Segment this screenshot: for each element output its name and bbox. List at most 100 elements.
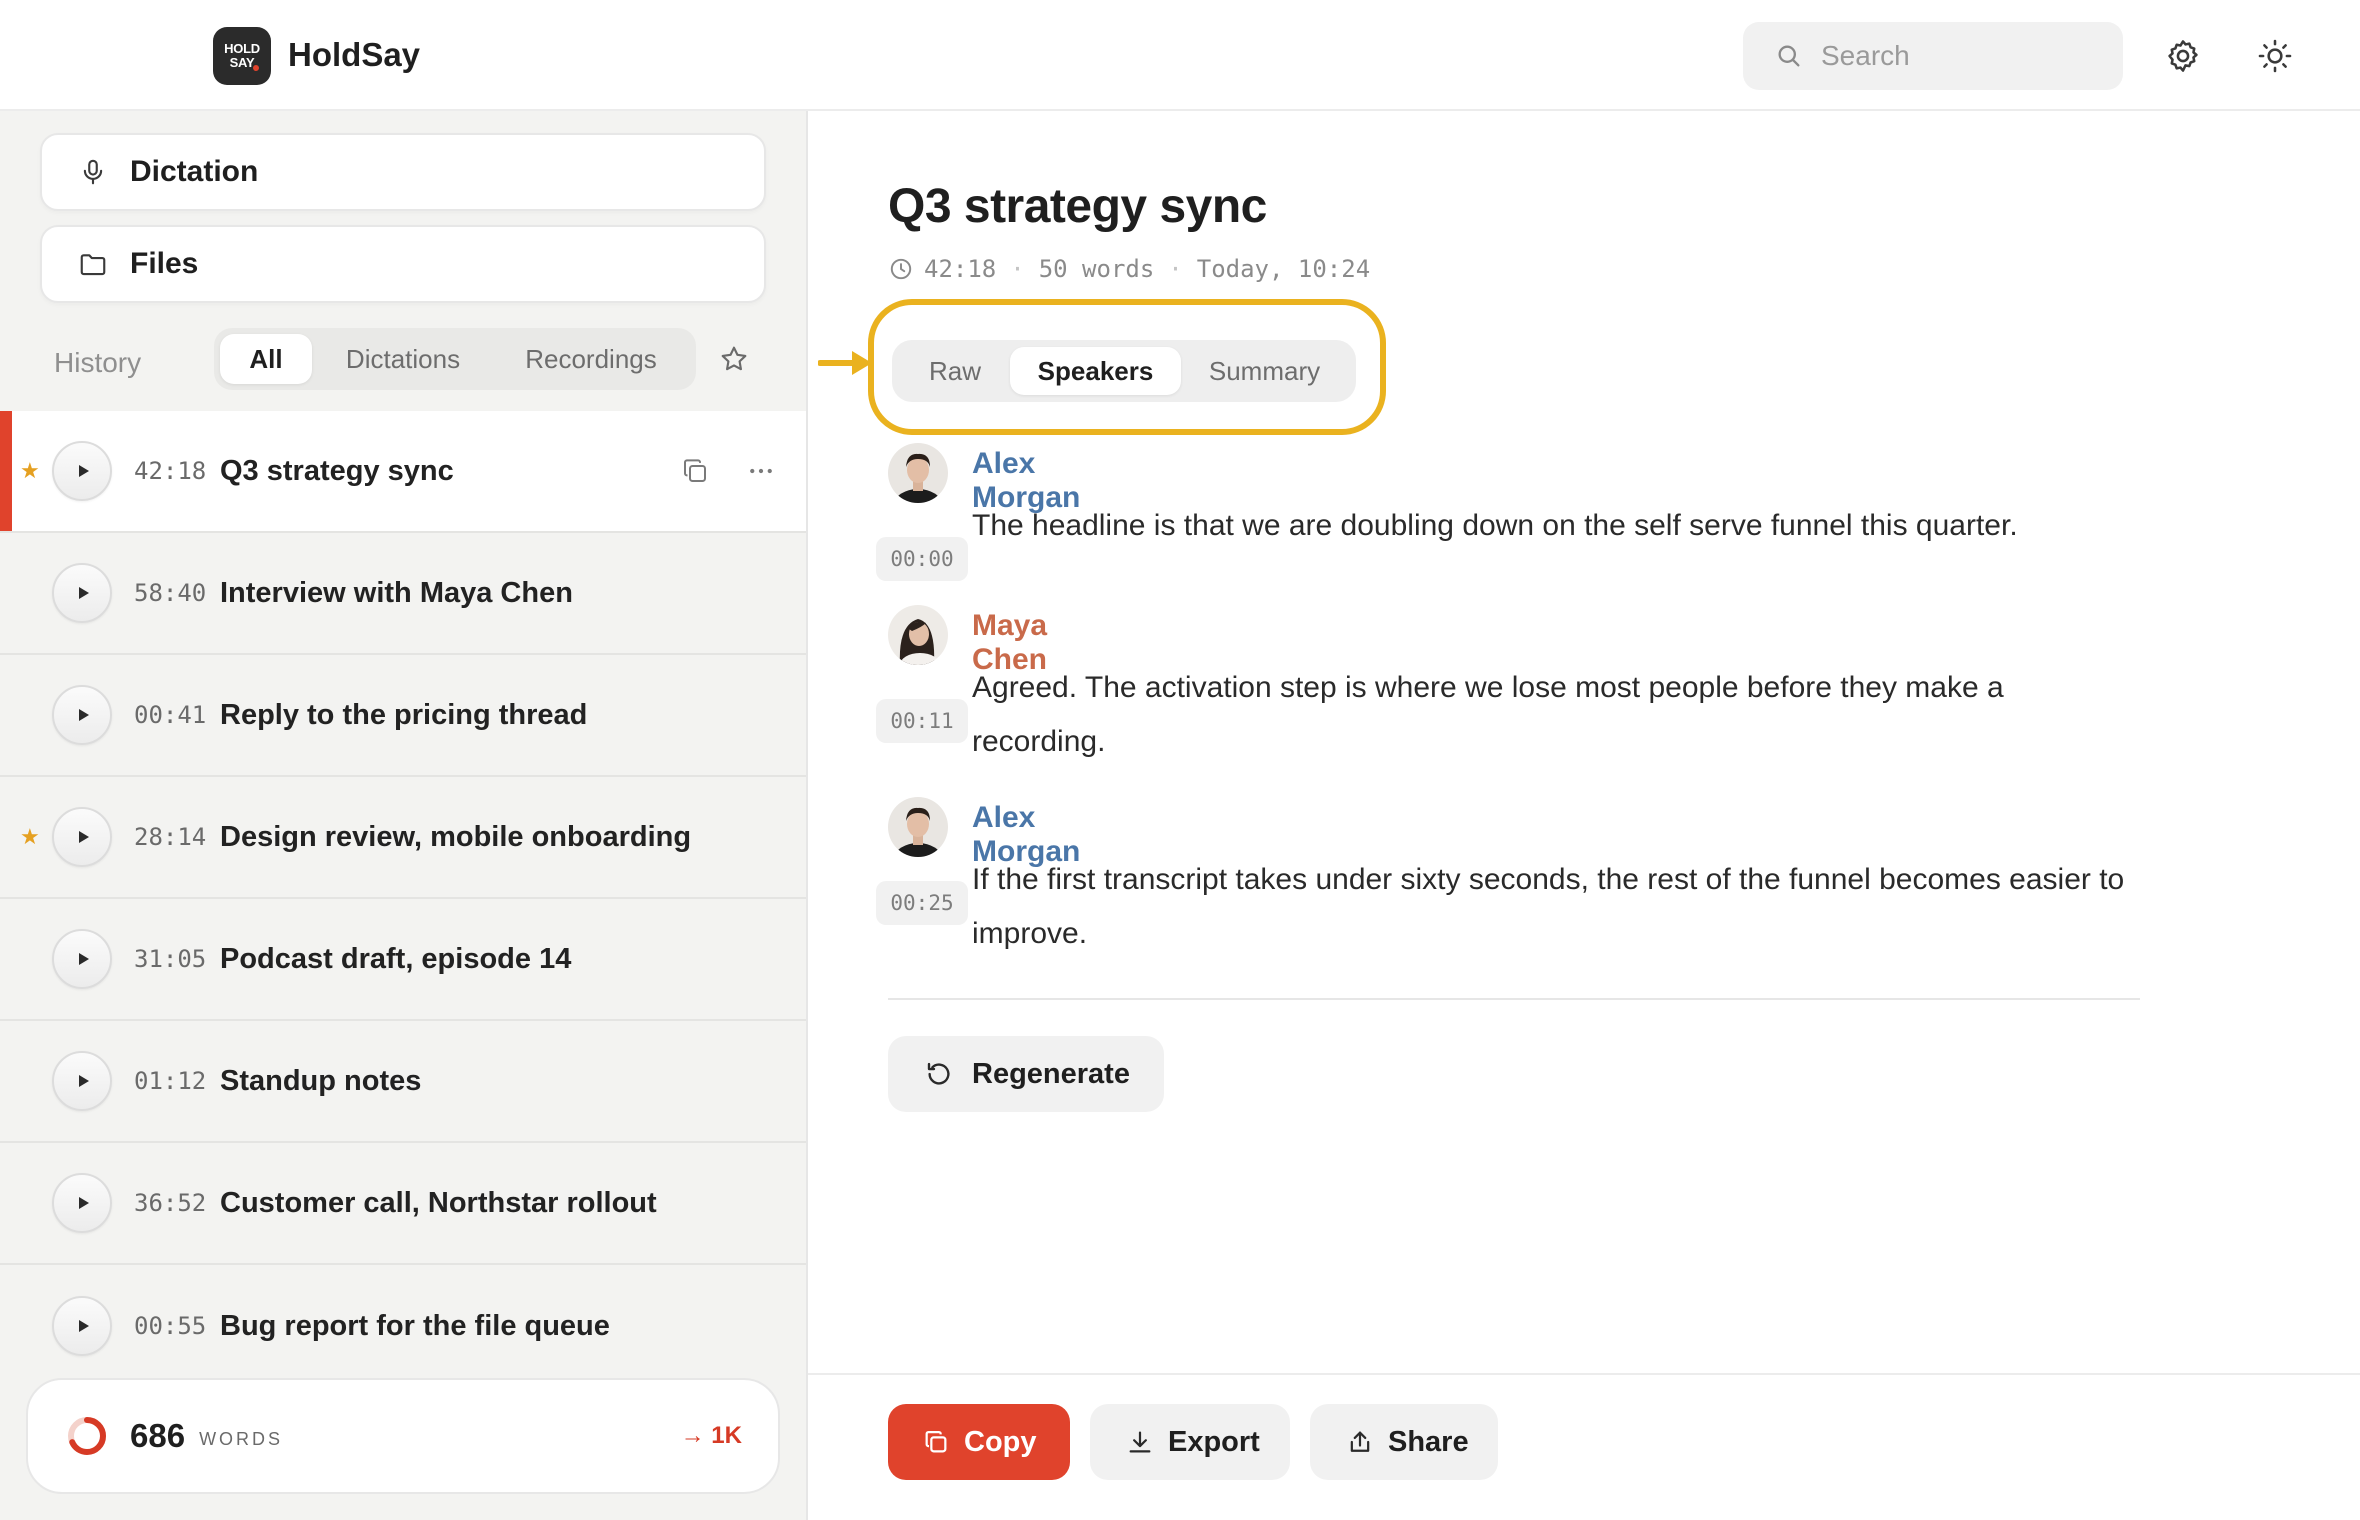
play-button[interactable] <box>52 929 112 989</box>
word-count: 686 <box>130 1417 186 1454</box>
timestamp-chip[interactable]: 00:11 <box>876 699 968 743</box>
logo-text-line2: SAY <box>229 55 255 70</box>
filter-all[interactable]: All <box>220 334 312 384</box>
tab-raw[interactable]: Raw <box>900 347 1010 395</box>
folder-icon <box>80 254 106 276</box>
item-title: Customer call, Northstar rollout <box>220 1186 657 1219</box>
search-input[interactable] <box>1821 40 2101 72</box>
copy-icon[interactable] <box>680 456 710 486</box>
history-item[interactable]: 01:12 Standup notes <box>0 1021 806 1143</box>
avatar <box>888 605 948 665</box>
item-duration: 31:05 <box>134 945 207 973</box>
document-title: Q3 strategy sync <box>888 180 1267 233</box>
history-item[interactable]: 00:41 Reply to the pricing thread <box>0 655 806 777</box>
item-title: Bug report for the file queue <box>220 1309 610 1342</box>
sidebar: Dictation Files History All Dictations R… <box>0 111 808 1520</box>
app-logo: HOLD SAY <box>213 27 271 85</box>
dictation-nav-button[interactable]: Dictation <box>40 133 766 211</box>
timestamp-chip[interactable]: 00:00 <box>876 537 968 581</box>
history-item[interactable]: ★ 42:18 Q3 strategy sync <box>0 411 806 533</box>
item-title: Design review, mobile onboarding <box>220 820 692 853</box>
play-button[interactable] <box>52 1296 112 1356</box>
meta-separator: · <box>1010 255 1025 283</box>
transcript-divider <box>888 998 2140 1000</box>
history-item[interactable]: ★ 28:14 Design review, mobile onboarding <box>0 777 806 899</box>
play-button[interactable] <box>52 1051 112 1111</box>
logo-dot <box>253 65 259 71</box>
search-box[interactable] <box>1743 22 2123 90</box>
play-button[interactable] <box>52 1173 112 1233</box>
word-progress-ring <box>68 1417 106 1455</box>
microphone-icon <box>83 159 103 185</box>
play-button[interactable] <box>52 685 112 745</box>
item-duration: 58:40 <box>134 579 207 607</box>
item-title: Q3 strategy sync <box>220 454 454 487</box>
filter-recordings[interactable]: Recordings <box>494 334 688 384</box>
star-filled-icon: ★ <box>20 458 40 483</box>
history-item[interactable]: 31:05 Podcast draft, episode 14 <box>0 899 806 1021</box>
history-item[interactable]: 36:52 Customer call, Northstar rollout <box>0 1143 806 1265</box>
download-icon <box>1129 1431 1151 1453</box>
star-filled-icon: ★ <box>20 824 40 849</box>
document-duration: 42:18 <box>924 255 997 283</box>
history-filter: All Dictations Recordings <box>214 328 696 390</box>
theme-toggle-button[interactable] <box>2253 34 2297 78</box>
action-bar-divider <box>808 1373 2360 1375</box>
tab-summary[interactable]: Summary <box>1181 347 1348 395</box>
play-button[interactable] <box>52 441 112 501</box>
item-duration: 01:12 <box>134 1067 207 1095</box>
dictation-label: Dictation <box>130 155 259 188</box>
item-title: Podcast draft, episode 14 <box>220 942 572 975</box>
top-bar: HOLD SAY HoldSay <box>0 0 2360 111</box>
play-button[interactable] <box>52 563 112 623</box>
timestamp-chip[interactable]: 00:25 <box>876 881 968 925</box>
utterance-text: If the first transcript takes under sixt… <box>972 863 2125 950</box>
item-title: Interview with Maya Chen <box>220 576 573 609</box>
history-label: History <box>54 347 142 378</box>
copy-icon <box>925 1430 947 1453</box>
item-duration: 42:18 <box>134 457 207 485</box>
speaker-maya-avatar <box>888 605 948 665</box>
regenerate-label: Regenerate <box>972 1057 1130 1090</box>
logo-text-line1: HOLD <box>224 41 260 56</box>
settings-button[interactable] <box>2161 34 2205 78</box>
copy-label: Copy <box>964 1425 1037 1458</box>
utterance-text: Agreed. The activation step is where we … <box>972 671 2004 758</box>
refresh-icon <box>927 1062 950 1085</box>
export-button[interactable]: Export <box>1090 1404 1290 1480</box>
more-icon[interactable] <box>746 456 776 486</box>
item-title: Standup notes <box>220 1064 422 1097</box>
avatar <box>888 797 948 857</box>
files-nav-button[interactable]: Files <box>40 225 766 303</box>
document-time: Today, 10:24 <box>1196 255 1371 283</box>
share-label: Share <box>1388 1425 1469 1458</box>
item-title: Reply to the pricing thread <box>220 698 588 731</box>
document-panel: Q3 strategy sync 42:18 · 50 words · Toda… <box>808 111 2360 1520</box>
starred-filter-button[interactable] <box>718 343 750 380</box>
clock-icon <box>890 258 912 280</box>
star-outline-icon <box>721 346 747 371</box>
view-tabs: Raw Speakers Summary <box>892 340 1356 402</box>
gear-icon <box>2168 40 2198 72</box>
utterance-text: The headline is that we are doubling dow… <box>972 509 2018 542</box>
document-word-count: 50 words <box>1038 255 1155 283</box>
history-item[interactable]: 58:40 Interview with Maya Chen <box>0 533 806 655</box>
word-count-label: WORDS <box>199 1428 284 1449</box>
filter-dictations[interactable]: Dictations <box>312 334 494 384</box>
item-duration: 28:14 <box>134 823 207 851</box>
history-item[interactable]: 00:55 Bug report for the file queue <box>0 1265 806 1387</box>
search-icon <box>1778 45 1800 67</box>
share-icon <box>1350 1431 1370 1452</box>
speaker-alex-avatar <box>888 797 948 857</box>
item-duration: 00:55 <box>134 1312 207 1340</box>
item-duration: 00:41 <box>134 701 207 729</box>
play-button[interactable] <box>52 807 112 867</box>
share-button[interactable]: Share <box>1310 1404 1498 1480</box>
avatar <box>888 443 948 503</box>
tab-speakers[interactable]: Speakers <box>1010 347 1181 395</box>
history-list: ★ 42:18 Q3 strategy sync 58:40 Interview… <box>0 411 806 1387</box>
item-duration: 36:52 <box>134 1189 207 1217</box>
copy-button[interactable]: Copy <box>888 1404 1070 1480</box>
speaker-alex-avatar <box>888 443 948 503</box>
regenerate-button[interactable]: Regenerate <box>888 1036 1164 1112</box>
